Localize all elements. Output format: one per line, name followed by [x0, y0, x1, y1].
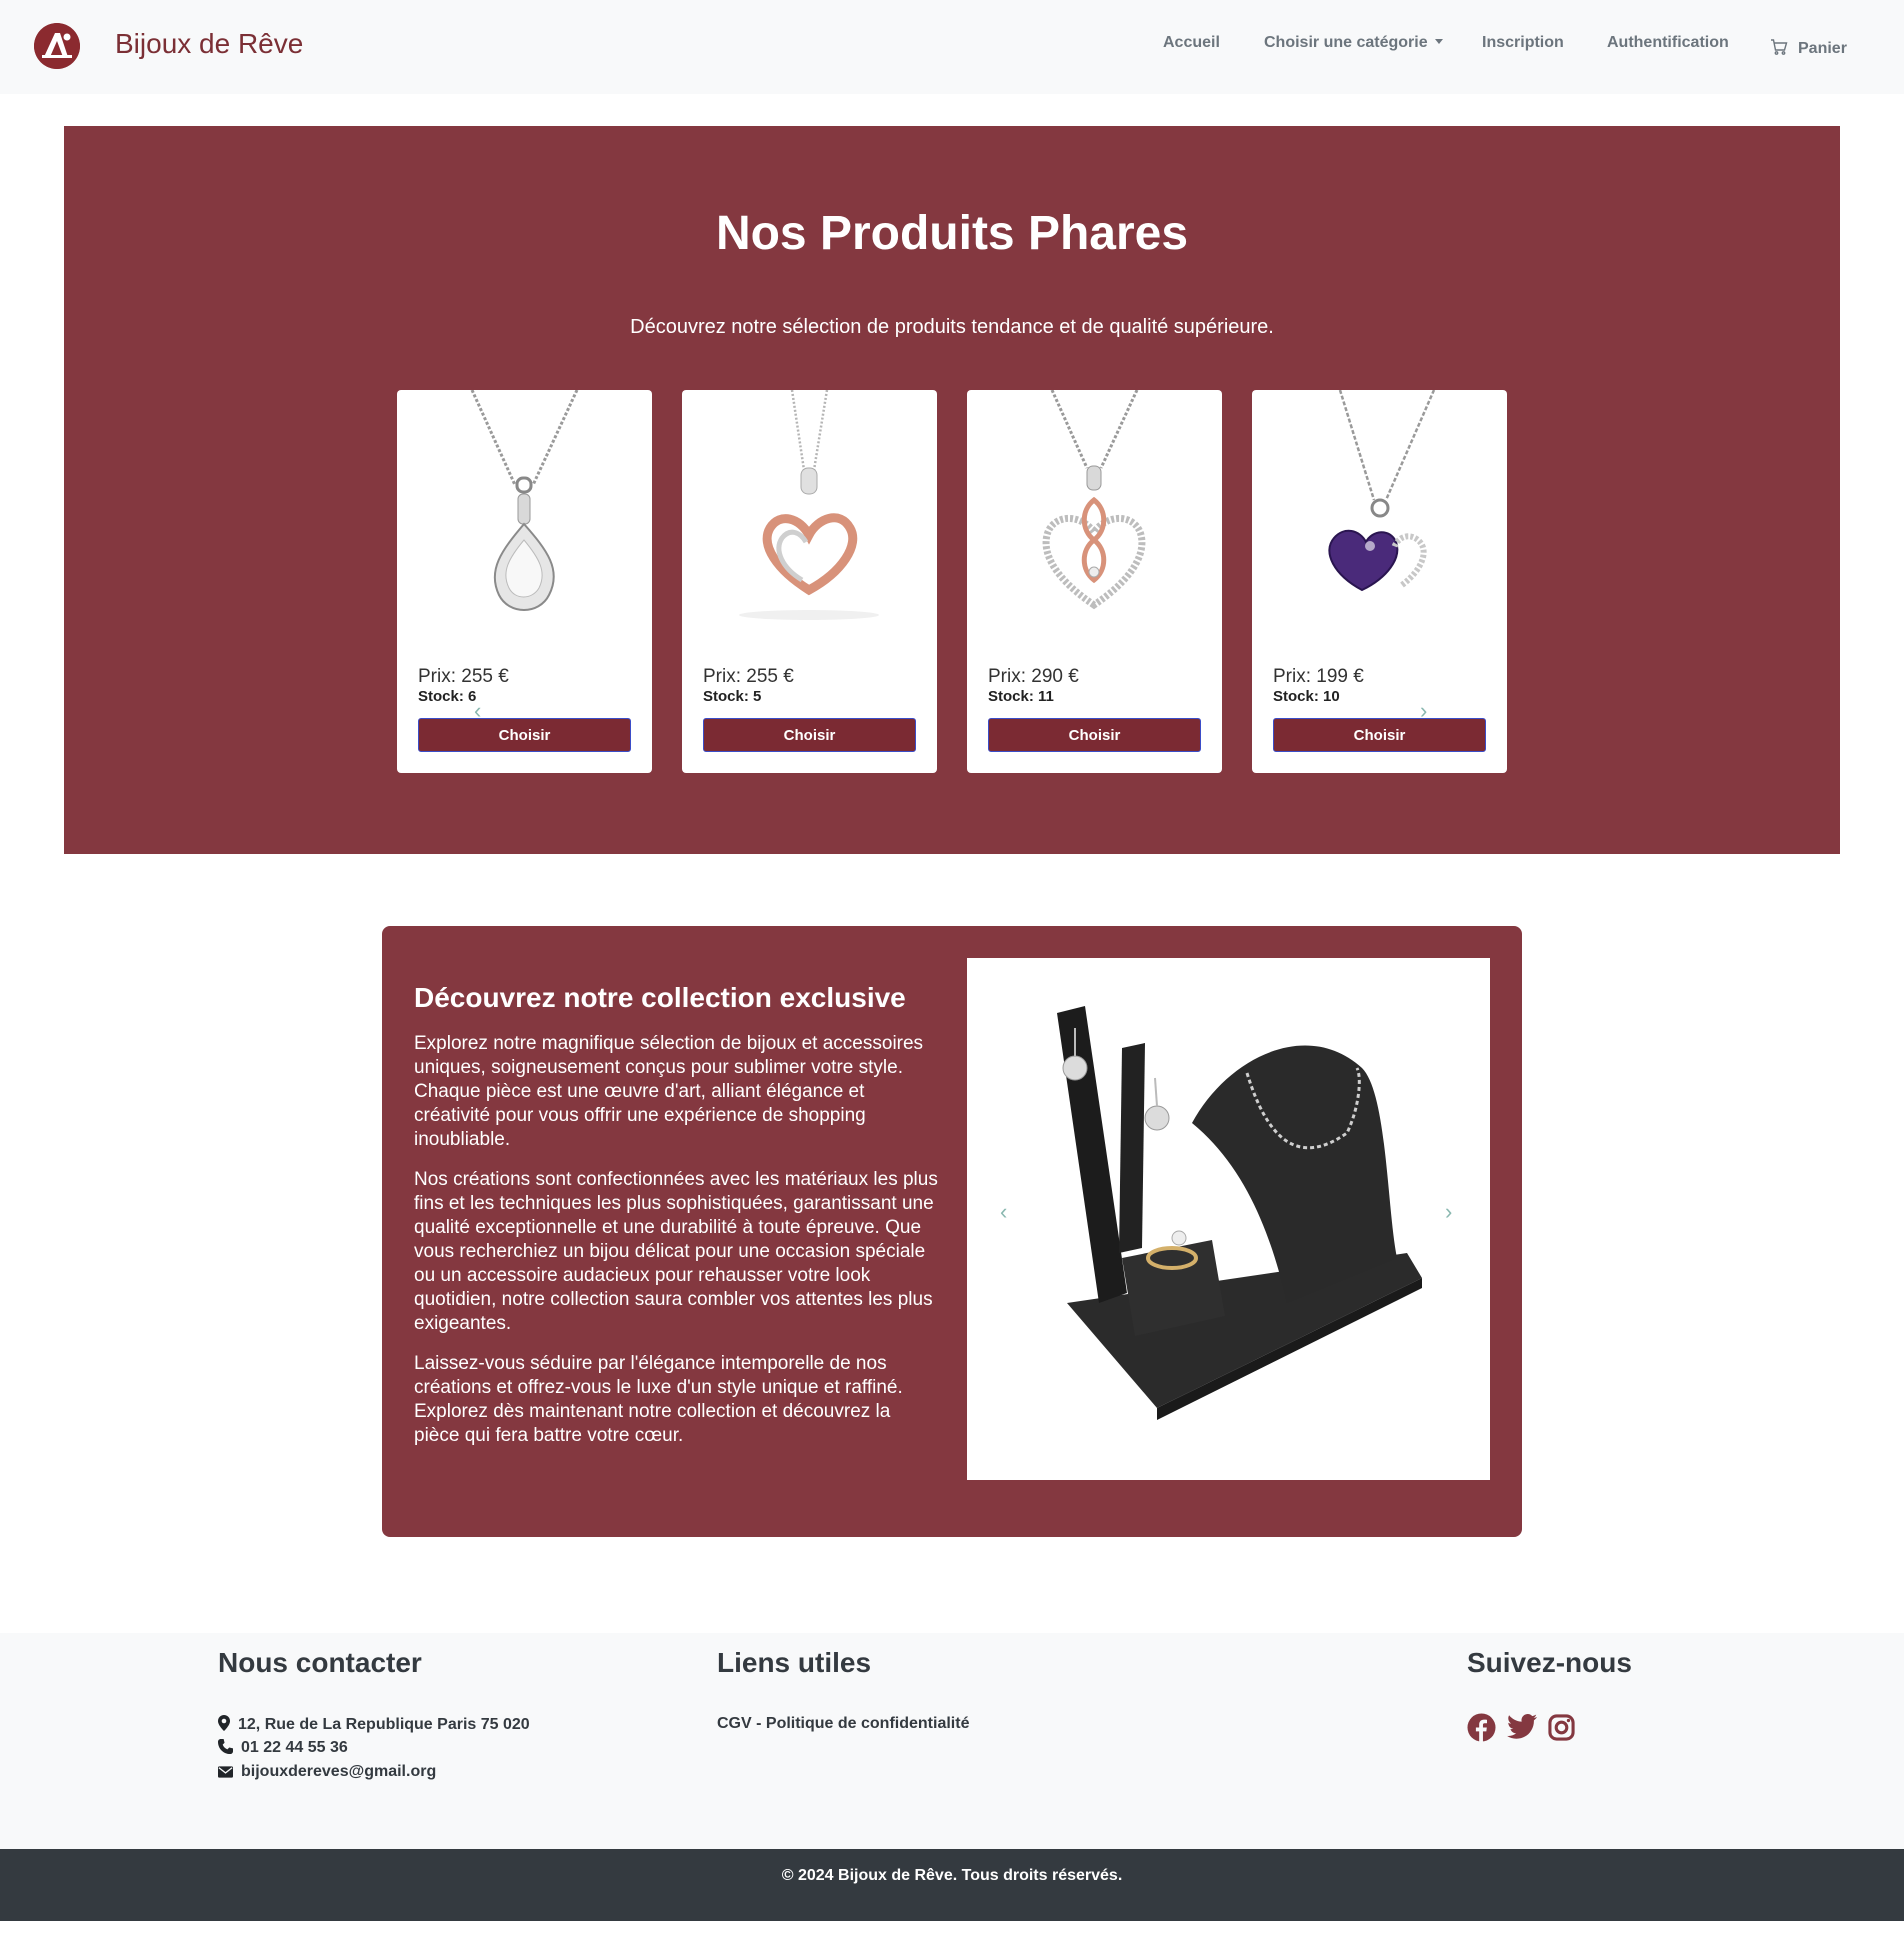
phone-icon — [218, 1739, 233, 1754]
footer-link-cgv[interactable]: CGV - Politique de confidentialité — [717, 1715, 969, 1733]
nav-category-dropdown[interactable]: Choisir une catégorie — [1264, 34, 1443, 52]
product-image-teardrop-pendant — [470, 390, 579, 611]
nav-category-label: Choisir une catégorie — [1264, 34, 1428, 51]
navbar: Bijoux de Rêve Accueil Choisir une catég… — [0, 0, 1904, 94]
product-image-rose-heart-pendant — [739, 390, 879, 620]
collection-section: Découvrez notre collection exclusive Exp… — [382, 926, 1522, 1537]
featured-subtitle: Découvrez notre sélection de produits te… — [630, 316, 1274, 338]
nav-cart[interactable]: Panier — [1770, 38, 1847, 58]
carousel-next-icon[interactable]: › — [1445, 1199, 1452, 1225]
facebook-icon[interactable] — [1467, 1713, 1496, 1742]
product-price: Prix: 199 € — [1273, 666, 1364, 687]
map-marker-icon — [218, 1715, 230, 1731]
brand-name[interactable]: Bijoux de Rêve — [115, 28, 303, 60]
footer-phone-text: 01 22 44 55 36 — [241, 1739, 348, 1756]
nav-cart-label: Panier — [1798, 40, 1847, 57]
product-stock: Stock: 11 — [988, 688, 1054, 705]
instagram-icon[interactable] — [1548, 1714, 1575, 1741]
product-image-infinity-heart-pendant — [1042, 390, 1146, 610]
jewelry-display-image — [967, 958, 1490, 1480]
collection-paragraph: Laissez-vous séduire par l'élégance inte… — [414, 1353, 903, 1446]
product-card: Prix: 199 € Stock: 10 Choisir — [1252, 390, 1507, 773]
product-card: Prix: 290 € Stock: 11 Choisir — [967, 390, 1222, 773]
carousel-prev-icon[interactable]: ‹ — [474, 698, 481, 724]
twitter-icon[interactable] — [1507, 1714, 1537, 1740]
footer-address-text: 12, Rue de La Republique Paris 75 020 — [238, 1716, 530, 1733]
choose-button[interactable]: Choisir — [1273, 718, 1486, 752]
footer-address: 12, Rue de La Republique Paris 75 020 — [218, 1715, 530, 1734]
product-image-purple-heart-pendant — [1328, 390, 1436, 592]
choose-button[interactable]: Choisir — [703, 718, 916, 752]
copyright-text: © 2024 Bijoux de Rêve. Tous droits réser… — [781, 1867, 1123, 1884]
collection-paragraph: Explorez notre magnifique sélection de b… — [414, 1033, 924, 1150]
nav-authentification[interactable]: Authentification — [1607, 34, 1729, 52]
footer-email-text[interactable]: bijouxdereves@gmail.org — [241, 1763, 436, 1780]
product-price: Prix: 255 € — [418, 666, 509, 687]
product-price: Prix: 255 € — [703, 666, 794, 687]
footer: Nous contacter 12, Rue de La Republique … — [0, 1633, 1904, 1849]
collection-title: Découvrez notre collection exclusive — [414, 982, 906, 1013]
collection-paragraph: Nos créations sont confectionnées avec l… — [414, 1169, 938, 1334]
carousel-next-icon[interactable]: › — [1420, 698, 1427, 724]
product-stock: Stock: 6 — [418, 688, 477, 705]
product-price: Prix: 290 € — [988, 666, 1079, 687]
footer-email: bijouxdereves@gmail.org — [218, 1763, 436, 1781]
choose-button[interactable]: Choisir — [418, 718, 631, 752]
envelope-icon — [218, 1766, 233, 1778]
nav-inscription[interactable]: Inscription — [1482, 34, 1564, 52]
collection-description: Explorez notre magnifique sélection de b… — [414, 1032, 939, 1464]
nav-accueil[interactable]: Accueil — [1163, 34, 1220, 52]
choose-button[interactable]: Choisir — [988, 718, 1201, 752]
carousel-prev-icon[interactable]: ‹ — [1000, 1199, 1007, 1225]
product-stock: Stock: 10 — [1273, 688, 1340, 705]
caret-down-icon — [1434, 39, 1443, 44]
footer-follow-title: Suivez-nous — [1467, 1647, 1632, 1678]
featured-title: Nos Produits Phares — [715, 207, 1189, 260]
product-card: Prix: 255 € Stock: 6 Choisir — [397, 390, 652, 773]
footer-links-title: Liens utiles — [717, 1647, 872, 1678]
product-card: Prix: 255 € Stock: 5 Choisir — [682, 390, 937, 773]
footer-phone: 01 22 44 55 36 — [218, 1739, 348, 1757]
collection-carousel — [967, 958, 1490, 1480]
footer-contact-title: Nous contacter — [218, 1647, 422, 1678]
copyright-bar: © 2024 Bijoux de Rêve. Tous droits réser… — [0, 1849, 1904, 1921]
featured-products-section: Nos Produits Phares Découvrez notre séle… — [64, 126, 1840, 854]
cart-icon — [1771, 39, 1788, 55]
product-stock: Stock: 5 — [703, 688, 762, 705]
brand-logo[interactable] — [34, 23, 80, 69]
